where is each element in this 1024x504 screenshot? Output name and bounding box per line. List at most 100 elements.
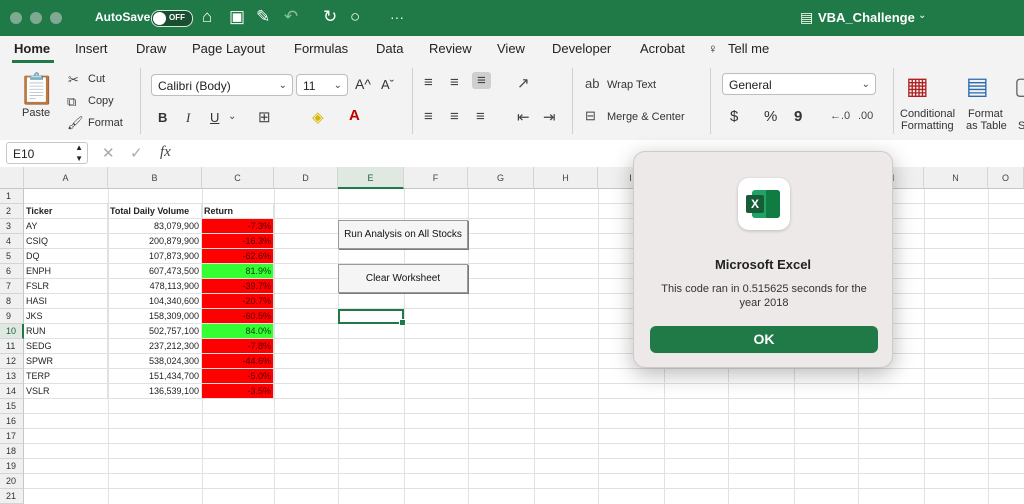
increase-decimal-icon[interactable]: ←.0 bbox=[830, 110, 850, 122]
row-header[interactable]: 12 bbox=[0, 354, 24, 369]
minimize-window-icon[interactable] bbox=[30, 12, 42, 24]
tab-formulas[interactable]: Formulas bbox=[294, 41, 348, 56]
row-header[interactable]: 14 bbox=[0, 384, 24, 399]
tab-home[interactable]: Home bbox=[14, 41, 50, 56]
row-header[interactable]: 16 bbox=[0, 414, 24, 429]
row-header[interactable]: 4 bbox=[0, 234, 24, 249]
tab-data[interactable]: Data bbox=[376, 41, 403, 56]
percent-button[interactable]: % bbox=[764, 108, 777, 125]
tab-page-layout[interactable]: Page Layout bbox=[192, 41, 265, 56]
scissors-icon[interactable]: ✂ bbox=[68, 72, 79, 88]
font-name-select[interactable]: Calibri (Body) ⌄ bbox=[151, 74, 293, 96]
tab-developer[interactable]: Developer bbox=[552, 41, 611, 56]
borders-icon[interactable]: ⊞ bbox=[258, 108, 271, 126]
align-center-icon[interactable]: ≡ bbox=[450, 108, 459, 125]
col-header-h[interactable]: H bbox=[534, 167, 598, 189]
close-window-icon[interactable] bbox=[10, 12, 22, 24]
row-header[interactable]: 17 bbox=[0, 429, 24, 444]
format-table-label1[interactable]: Format bbox=[968, 108, 1003, 120]
row-header[interactable]: 10 bbox=[0, 324, 24, 339]
tab-tell-me[interactable]: Tell me bbox=[728, 41, 769, 56]
align-bottom-icon[interactable]: ≡ bbox=[472, 72, 491, 89]
bold-button[interactable]: B bbox=[158, 110, 167, 125]
cell-ticker[interactable]: HASI bbox=[24, 294, 108, 309]
col-header-f[interactable]: F bbox=[404, 167, 468, 189]
insert-function-icon[interactable]: fx bbox=[160, 144, 171, 161]
document-title[interactable]: VBA_Challenge bbox=[818, 10, 915, 25]
cell-volume[interactable]: 151,434,700 bbox=[108, 369, 202, 384]
row-header[interactable]: 21 bbox=[0, 489, 24, 504]
grow-font-button[interactable]: A^ bbox=[355, 76, 371, 92]
conditional-formatting-icon[interactable]: ▦ bbox=[906, 72, 929, 101]
cell-return[interactable]: -7.3% bbox=[202, 219, 274, 234]
tab-review[interactable]: Review bbox=[429, 41, 472, 56]
decrease-indent-icon[interactable]: ⇤ bbox=[517, 108, 530, 126]
cell-return[interactable]: 81.9% bbox=[202, 264, 274, 279]
cell-volume[interactable]: 104,340,600 bbox=[108, 294, 202, 309]
cell-ticker[interactable]: SPWR bbox=[24, 354, 108, 369]
col-header-e[interactable]: E bbox=[338, 167, 404, 189]
cell-volume[interactable]: 136,539,100 bbox=[108, 384, 202, 399]
cell-return[interactable]: -62.6% bbox=[202, 249, 274, 264]
tab-insert[interactable]: Insert bbox=[75, 41, 108, 56]
cell-volume[interactable]: 200,879,900 bbox=[108, 234, 202, 249]
row-header[interactable]: 13 bbox=[0, 369, 24, 384]
cell-ticker[interactable]: CSIQ bbox=[24, 234, 108, 249]
row-header[interactable]: 9 bbox=[0, 309, 24, 324]
cell-volume[interactable]: 478,113,900 bbox=[108, 279, 202, 294]
select-all-corner[interactable] bbox=[0, 167, 24, 189]
row-header[interactable]: 3 bbox=[0, 219, 24, 234]
run-analysis-button[interactable]: Run Analysis on All Stocks bbox=[338, 220, 468, 249]
cell-ticker[interactable]: VSLR bbox=[24, 384, 108, 399]
comma-button[interactable]: 9 bbox=[794, 108, 802, 125]
format-table-icon[interactable]: ▤ bbox=[966, 72, 989, 101]
cell-volume[interactable]: 158,309,000 bbox=[108, 309, 202, 324]
fill-color-icon[interactable]: ◈ bbox=[312, 108, 324, 126]
col-header-o[interactable]: O bbox=[988, 167, 1024, 189]
paste-label[interactable]: Paste bbox=[22, 107, 50, 119]
redo-icon[interactable]: ↻ bbox=[323, 7, 337, 27]
shrink-font-button[interactable]: Aˇ bbox=[381, 77, 394, 92]
cancel-icon[interactable]: ✕ bbox=[102, 144, 115, 162]
align-top-icon[interactable]: ≡ bbox=[424, 74, 433, 91]
conditional-formatting-label2[interactable]: Formatting bbox=[901, 120, 954, 132]
clear-worksheet-button[interactable]: Clear Worksheet bbox=[338, 264, 468, 293]
chevron-down-icon[interactable]: ⌄ bbox=[228, 111, 236, 122]
row-header[interactable]: 7 bbox=[0, 279, 24, 294]
cell-styles-icon[interactable]: ▢ bbox=[1014, 72, 1024, 101]
cell-ticker[interactable]: ENPH bbox=[24, 264, 108, 279]
save-icon[interactable]: ▣ bbox=[229, 7, 245, 27]
row-header[interactable]: 19 bbox=[0, 459, 24, 474]
cell-volume[interactable]: 237,212,300 bbox=[108, 339, 202, 354]
format-table-label2[interactable]: as Table bbox=[966, 120, 1007, 132]
copy-button[interactable]: Copy bbox=[88, 95, 114, 107]
copy-icon[interactable]: ⧉ bbox=[67, 94, 76, 110]
tab-view[interactable]: View bbox=[497, 41, 525, 56]
cell-ticker[interactable]: AY bbox=[24, 219, 108, 234]
cell-header-volume[interactable]: Total Daily Volume bbox=[108, 204, 202, 219]
cell-ticker[interactable]: FSLR bbox=[24, 279, 108, 294]
orientation-icon[interactable]: ↗ bbox=[517, 74, 530, 92]
decrease-decimal-icon[interactable]: .00 bbox=[858, 110, 873, 122]
col-header-a[interactable]: A bbox=[24, 167, 108, 189]
zoom-window-icon[interactable] bbox=[50, 12, 62, 24]
cell-return[interactable]: -3.5% bbox=[202, 384, 274, 399]
active-cell-e10[interactable] bbox=[338, 309, 406, 326]
cell-ticker[interactable]: SEDG bbox=[24, 339, 108, 354]
col-header-c[interactable]: C bbox=[202, 167, 274, 189]
cell-ticker[interactable]: DQ bbox=[24, 249, 108, 264]
wrap-text-button[interactable]: Wrap Text bbox=[607, 79, 656, 91]
cell-ticker[interactable]: JKS bbox=[24, 309, 108, 324]
row-header[interactable]: 18 bbox=[0, 444, 24, 459]
font-color-icon[interactable]: A bbox=[349, 107, 360, 124]
tab-draw[interactable]: Draw bbox=[136, 41, 166, 56]
circle-icon[interactable]: ○ bbox=[350, 7, 360, 27]
name-box[interactable]: E10 ▲ ▼ bbox=[6, 142, 88, 164]
col-header-b[interactable]: B bbox=[108, 167, 202, 189]
cell-return[interactable]: -16.3% bbox=[202, 234, 274, 249]
font-size-select[interactable]: 11 ⌄ bbox=[296, 74, 348, 96]
row-header[interactable]: 5 bbox=[0, 249, 24, 264]
cell-return[interactable]: -5.0% bbox=[202, 369, 274, 384]
col-header-d[interactable]: D bbox=[274, 167, 338, 189]
row-header[interactable]: 8 bbox=[0, 294, 24, 309]
